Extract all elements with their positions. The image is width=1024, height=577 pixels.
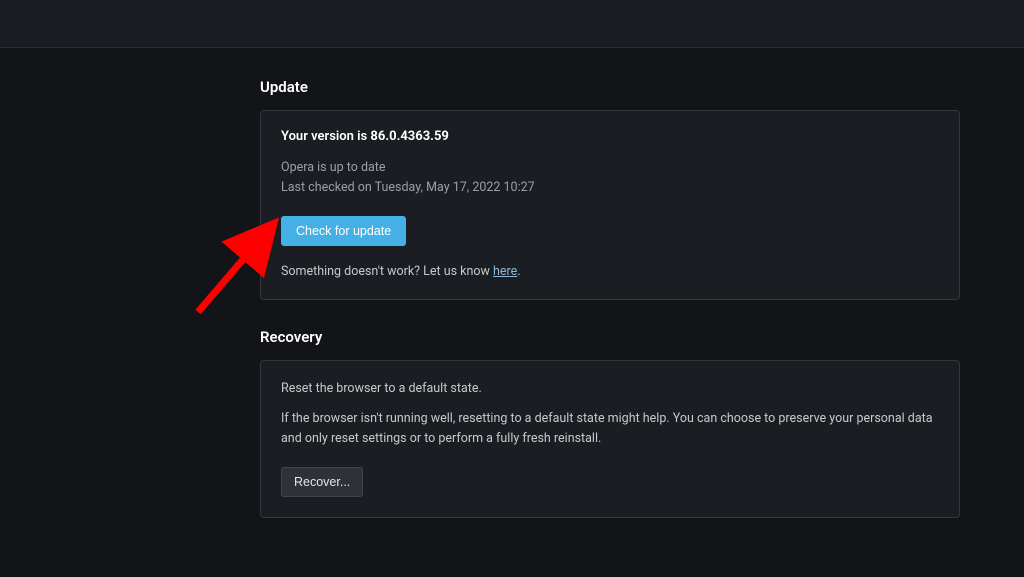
feedback-prefix: Something doesn't work? Let us know <box>281 264 493 279</box>
feedback-suffix: . <box>517 264 520 279</box>
reset-title: Reset the browser to a default state. <box>281 379 939 399</box>
feedback-line: Something doesn't work? Let us know here… <box>281 264 939 279</box>
reset-description: If the browser isn't running well, reset… <box>281 409 939 449</box>
top-bar <box>0 0 1024 48</box>
version-line: Your version is 86.0.4363.59 <box>281 129 939 144</box>
version-label: Your version is <box>281 129 370 144</box>
update-heading: Update <box>260 78 960 96</box>
main-content: Update Your version is 86.0.4363.59 Oper… <box>260 48 960 518</box>
recovery-heading: Recovery <box>260 328 960 346</box>
feedback-link[interactable]: here <box>493 264 517 279</box>
check-for-update-button[interactable]: Check for update <box>281 216 406 246</box>
update-status: Opera is up to date <box>281 158 939 178</box>
version-number: 86.0.4363.59 <box>370 129 448 144</box>
last-checked: Last checked on Tuesday, May 17, 2022 10… <box>281 178 939 198</box>
update-card: Your version is 86.0.4363.59 Opera is up… <box>260 110 960 300</box>
recovery-card: Reset the browser to a default state. If… <box>260 360 960 518</box>
recover-button[interactable]: Recover... <box>281 467 363 497</box>
